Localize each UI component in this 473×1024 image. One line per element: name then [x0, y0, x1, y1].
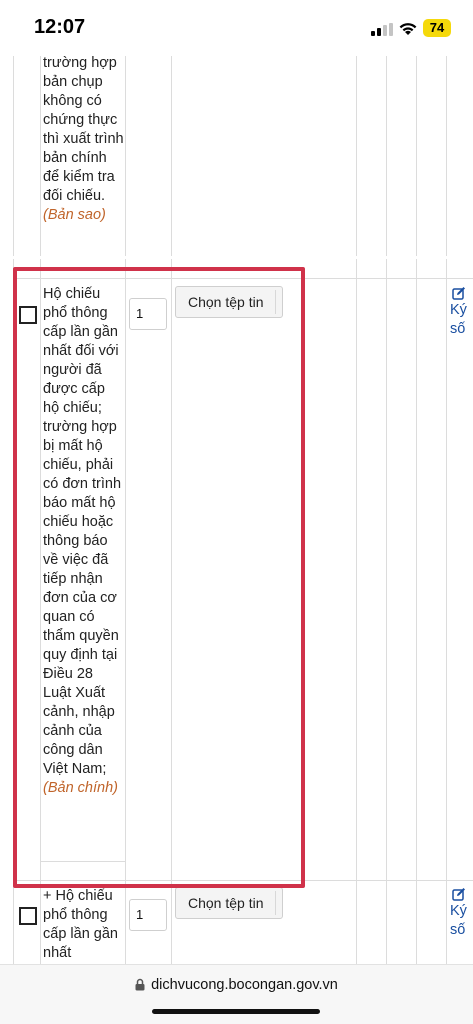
quantity-input[interactable]: 1: [129, 298, 167, 330]
grid-line: [171, 56, 172, 964]
quantity-input[interactable]: 1: [129, 899, 167, 931]
grid-line: [13, 56, 14, 964]
status-time: 12:07: [34, 16, 86, 38]
edit-icon: [452, 287, 465, 300]
grid-line: [40, 56, 41, 964]
choose-file-button[interactable]: Chọn tệp tin: [175, 286, 283, 318]
browser-url-bar[interactable]: dichvucong.bocongan.gov.vn: [0, 964, 473, 1024]
digital-sign-label: Ký số: [450, 903, 467, 938]
status-bar: 12:07 74: [0, 0, 473, 56]
grid-line: [356, 56, 357, 964]
grid-line: [125, 56, 126, 964]
table-row-description: trường hợp bản chụp không có chứng thực …: [43, 56, 124, 223]
grid-line: [416, 56, 417, 964]
url-display[interactable]: dichvucong.bocongan.gov.vn: [0, 977, 473, 993]
choose-file-button[interactable]: Chọn tệp tin: [175, 887, 283, 919]
lock-icon: [135, 978, 145, 991]
home-indicator[interactable]: [152, 1009, 320, 1014]
row-divider: [13, 278, 473, 279]
cellular-signal-icon: [371, 23, 393, 36]
row-select-checkbox[interactable]: [19, 907, 37, 925]
table-row-description: + Hộ chiếu phổ thông cấp lần gần nhất: [43, 888, 118, 961]
table-row-description: Hộ chiếu phổ thông cấp lần gần nhất đối …: [43, 286, 122, 796]
edit-icon: [452, 888, 465, 901]
battery-indicator: 74: [423, 19, 451, 37]
row-divider: [40, 861, 125, 862]
row-select-checkbox[interactable]: [19, 306, 37, 324]
documents-table: trường hợp bản chụp không có chứng thực …: [0, 56, 473, 964]
document-type-note: (Bản sao): [43, 207, 106, 223]
row-divider: [13, 880, 473, 881]
digital-sign-link[interactable]: Ký số: [450, 286, 472, 339]
grid-line: [446, 56, 447, 964]
grid-line: [386, 56, 387, 964]
wifi-icon: [399, 23, 417, 35]
row-mask: [13, 256, 473, 259]
document-type-note: (Bản chính): [43, 780, 118, 796]
url-domain: dichvucong.bocongan.gov.vn: [151, 977, 338, 993]
digital-sign-label: Ký số: [450, 302, 467, 337]
digital-sign-link[interactable]: Ký số: [450, 887, 472, 940]
